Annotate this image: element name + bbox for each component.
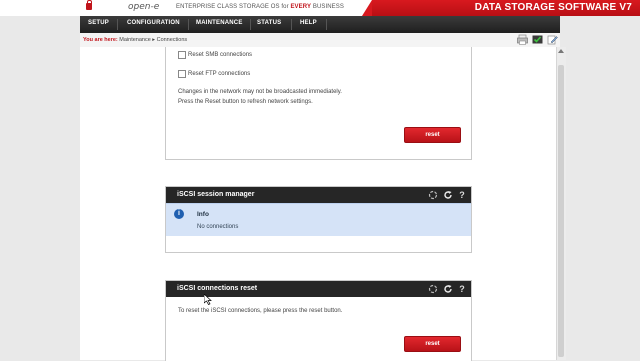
print-icon[interactable] xyxy=(517,34,528,45)
iscsi-connections-reset-panel: iSCSI connections reset ? To reset the i… xyxy=(165,280,472,361)
panel-title: iSCSI session manager xyxy=(177,191,255,198)
breadcrumb: You are here: Maintenance ▸ Connections xyxy=(80,33,560,48)
reset-ftp-checkbox[interactable] xyxy=(178,70,186,78)
reset-smb-checkbox[interactable] xyxy=(178,51,186,59)
scrollbar-thumb[interactable] xyxy=(558,65,564,357)
info-box: i Info No connections xyxy=(166,203,471,238)
brand-title: DATA STORAGE SOFTWARE V7 xyxy=(474,2,632,13)
vertical-scrollbar[interactable] xyxy=(556,47,566,360)
reset-ftp-label: Reset FTP connections xyxy=(188,71,251,77)
network-note-line1: Changes in the network may not be broadc… xyxy=(178,89,342,95)
refresh-icon[interactable] xyxy=(443,284,453,294)
info-icon: i xyxy=(174,209,184,219)
nav-divider xyxy=(117,19,118,30)
lock-icon xyxy=(86,0,92,10)
open-e-logo: open-e xyxy=(128,2,160,12)
nav-help[interactable]: HELP xyxy=(300,20,317,26)
nav-setup[interactable]: SETUP xyxy=(88,20,109,26)
reset-smb-label: Reset SMB connections xyxy=(188,52,253,58)
spinner-icon xyxy=(428,284,438,294)
nav-maintenance[interactable]: MAINTENANCE xyxy=(196,20,243,26)
nav-divider xyxy=(326,19,327,30)
connections-reset-panel: Reset SMB connections Reset FTP connecti… xyxy=(165,47,472,160)
main-nav: SETUP CONFIGURATION MAINTENANCE STATUS H… xyxy=(80,16,560,33)
edit-icon[interactable] xyxy=(547,34,558,45)
panel-footer xyxy=(165,236,472,253)
top-header: open-e ENTERPRISE CLASS STORAGE OS for E… xyxy=(0,0,640,16)
iscsi-session-manager-panel: iSCSI session manager ? i Info No connec… xyxy=(165,186,472,238)
nav-divider xyxy=(250,19,251,30)
network-note-line2: Press the Reset button to refresh networ… xyxy=(178,99,313,105)
info-title: Info xyxy=(197,211,209,218)
help-icon[interactable]: ? xyxy=(457,284,467,294)
panel-title: iSCSI connections reset xyxy=(177,285,258,292)
breadcrumb-path[interactable]: Maintenance ▸ Connections xyxy=(119,37,187,43)
nav-configuration[interactable]: CONFIGURATION xyxy=(127,20,180,26)
mouse-cursor-icon xyxy=(204,294,212,305)
nav-divider xyxy=(291,19,292,30)
iscsi-reset-description: To reset the iSCSI connections, please p… xyxy=(178,308,343,314)
reset-button[interactable]: reset xyxy=(404,127,461,143)
panel-header: iSCSI session manager ? xyxy=(166,187,471,203)
breadcrumb-prefix: You are here: xyxy=(83,37,118,43)
help-icon[interactable]: ? xyxy=(457,190,467,200)
nav-divider xyxy=(188,19,189,30)
spinner-icon xyxy=(428,190,438,200)
check-status-icon[interactable] xyxy=(532,34,543,45)
refresh-icon[interactable] xyxy=(443,190,453,200)
brand-banner: DATA STORAGE SOFTWARE V7 xyxy=(362,0,640,16)
nav-status[interactable]: STATUS xyxy=(257,20,281,26)
scroll-up-arrow-icon[interactable] xyxy=(558,49,564,53)
iscsi-reset-button[interactable]: reset xyxy=(404,336,461,352)
tagline: ENTERPRISE CLASS STORAGE OS for EVERY BU… xyxy=(176,4,344,10)
info-message: No connections xyxy=(197,224,239,230)
